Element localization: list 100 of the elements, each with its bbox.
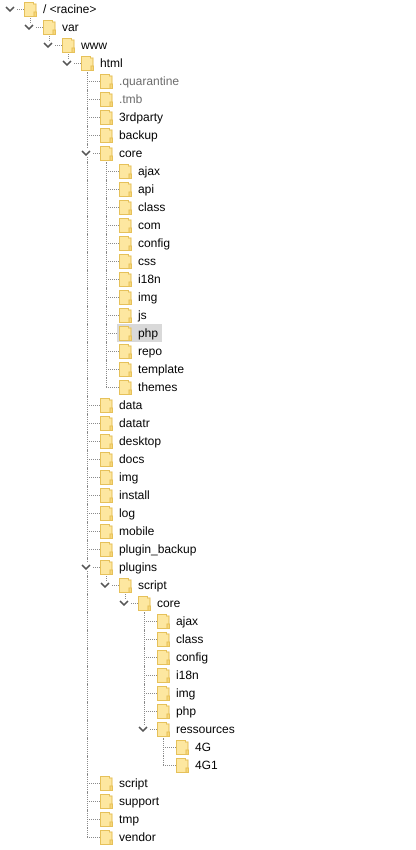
folder-icon <box>100 811 113 827</box>
folder-icon <box>24 1 37 17</box>
folder-name[interactable]: api <box>138 181 154 197</box>
chevron-down-icon[interactable] <box>81 150 91 156</box>
folder-name[interactable]: vendor <box>119 829 156 845</box>
folder-icon <box>157 685 170 701</box>
folder-name[interactable]: / <racine> <box>43 1 96 17</box>
folder-icon <box>100 91 113 107</box>
folder-name[interactable]: desktop <box>119 433 162 449</box>
chevron-down-icon[interactable] <box>81 564 91 570</box>
folder-icon <box>100 469 113 485</box>
folder-icon <box>157 631 170 647</box>
folder-icon <box>157 703 170 719</box>
folder-name[interactable]: template <box>138 361 184 377</box>
folder-icon <box>157 667 170 683</box>
folder-name[interactable]: .tmb <box>119 91 142 107</box>
folder-name[interactable]: php <box>138 325 158 341</box>
folder-icon <box>100 451 113 467</box>
folder-name[interactable]: datatr <box>119 415 150 431</box>
folder-name[interactable]: img <box>176 685 196 701</box>
folder-icon <box>100 775 113 791</box>
folder-icon <box>157 613 170 629</box>
folder-icon <box>119 289 132 305</box>
chevron-down-icon[interactable] <box>43 42 53 48</box>
folder-icon <box>119 379 132 395</box>
folder-name[interactable]: repo <box>138 343 162 359</box>
folder-name[interactable]: plugin_backup <box>119 541 196 557</box>
folder-name[interactable]: www <box>81 37 107 53</box>
folder-icon <box>100 559 113 575</box>
selected-row-highlight[interactable]: php <box>117 324 162 342</box>
folder-name[interactable]: class <box>138 199 166 215</box>
folder-name[interactable]: log <box>119 505 136 521</box>
folder-icon <box>100 541 113 557</box>
folder-name[interactable]: tmp <box>119 811 140 827</box>
folder-name[interactable]: 4G1 <box>195 757 218 773</box>
folder-icon <box>100 415 113 431</box>
folder-name[interactable]: css <box>138 253 156 269</box>
folder-icon <box>119 235 132 251</box>
folder-icon <box>81 55 94 71</box>
folder-name[interactable]: ajax <box>176 613 198 629</box>
folder-name[interactable]: ajax <box>138 163 160 179</box>
folder-icon <box>100 127 113 143</box>
folder-icon <box>119 199 132 215</box>
folder-name[interactable]: img <box>119 469 138 485</box>
folder-name[interactable]: themes <box>138 379 178 395</box>
chevron-down-icon[interactable] <box>100 582 110 588</box>
folder-name[interactable]: install <box>119 487 150 503</box>
folder-name[interactable]: core <box>119 145 142 161</box>
folder-name[interactable]: docs <box>119 451 144 467</box>
folder-icon <box>119 325 132 341</box>
folder-name[interactable]: script <box>138 577 167 593</box>
folder-name[interactable]: .quarantine <box>119 73 180 89</box>
folder-icon <box>100 109 113 125</box>
folder-name[interactable]: core <box>157 595 180 611</box>
folder-icon <box>100 505 113 521</box>
folder-name[interactable]: js <box>138 307 147 323</box>
folder-name[interactable]: 4G <box>195 739 212 755</box>
chevron-down-icon[interactable] <box>5 6 15 12</box>
folder-icon <box>100 487 113 503</box>
folder-icon <box>119 271 132 287</box>
folder-icon <box>119 577 132 593</box>
folder-name[interactable]: plugins <box>119 559 158 575</box>
folder-icon <box>119 163 132 179</box>
folder-name[interactable]: php <box>176 703 196 719</box>
folder-icon <box>62 37 75 53</box>
folder-name[interactable]: script <box>119 775 148 791</box>
folder-name[interactable]: support <box>119 793 160 809</box>
folder-name[interactable]: ressources <box>176 721 235 737</box>
folder-icon <box>100 793 113 809</box>
folder-icon <box>138 595 151 611</box>
folder-icon <box>43 19 56 35</box>
folder-name[interactable]: backup <box>119 127 158 143</box>
folder-name[interactable]: img <box>138 289 158 305</box>
folder-icon <box>176 739 189 755</box>
folder-name[interactable]: data <box>119 397 142 413</box>
folder-name[interactable]: config <box>138 235 170 251</box>
folder-name[interactable]: i18n <box>138 271 161 287</box>
folder-icon <box>119 343 132 359</box>
folder-icon <box>119 217 132 233</box>
folder-icon <box>100 397 113 413</box>
folder-name[interactable]: com <box>138 217 161 233</box>
folder-icon <box>100 433 113 449</box>
folder-icon <box>157 721 170 737</box>
folder-icon <box>100 73 113 89</box>
folder-name[interactable]: mobile <box>119 523 154 539</box>
chevron-down-icon[interactable] <box>138 726 148 732</box>
chevron-down-icon[interactable] <box>119 600 129 606</box>
folder-name[interactable]: var <box>62 19 79 35</box>
folder-name[interactable]: 3rdparty <box>119 109 164 125</box>
folder-name[interactable]: html <box>100 55 123 71</box>
folder-icon <box>119 361 132 377</box>
folder-name[interactable]: config <box>176 649 208 665</box>
chevron-down-icon[interactable] <box>62 60 72 66</box>
folder-icon <box>119 181 132 197</box>
chevron-down-icon[interactable] <box>24 24 34 30</box>
folder-icon <box>119 307 132 323</box>
folder-icon <box>100 145 113 161</box>
folder-name[interactable]: i18n <box>176 667 199 683</box>
folder-icon <box>157 649 170 665</box>
folder-name[interactable]: class <box>176 631 204 647</box>
